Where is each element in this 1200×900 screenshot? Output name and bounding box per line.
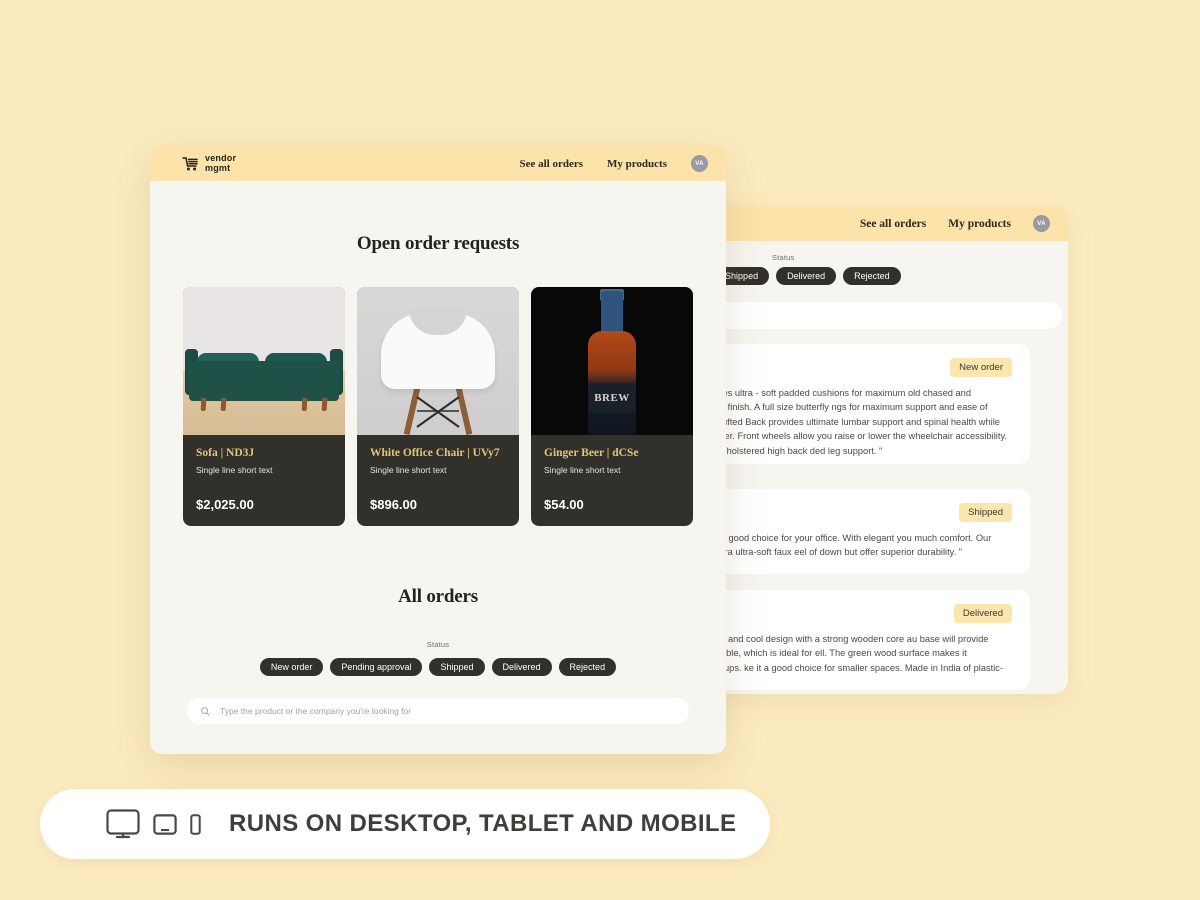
product-card[interactable]: BREW Ginger Beer | dCSe Single line shor…: [531, 287, 693, 526]
product-card[interactable]: Sofa | ND3J Single line short text $2,02…: [183, 287, 345, 526]
foreground-desktop-panel: vendor mgmt See all orders My products V…: [150, 146, 726, 754]
bg-order-status-badge: New order: [950, 358, 1012, 377]
search-icon: [201, 706, 210, 716]
tablet-icon: [153, 813, 177, 835]
platform-banner: RUNS ON DESKTOP, TABLET AND MOBILE: [40, 789, 770, 859]
product-image-beer: BREW: [531, 287, 693, 435]
product-description: Single line short text: [196, 465, 273, 475]
product-image-chair: [357, 287, 519, 435]
app-logo[interactable]: vendor mgmt: [182, 153, 236, 173]
nav-see-all-orders[interactable]: See all orders: [519, 158, 583, 170]
all-orders-title: All orders: [398, 586, 478, 607]
status-pill-pending-approval[interactable]: Pending approval: [330, 658, 423, 676]
status-pill-new-order[interactable]: New order: [259, 658, 324, 676]
product-description: Single line short text: [370, 465, 447, 475]
product-name: Sofa | ND3J: [196, 447, 255, 459]
search-input[interactable]: [218, 705, 675, 717]
status-pill-delivered[interactable]: Delivered: [491, 658, 552, 676]
nav-my-products[interactable]: My products: [607, 158, 667, 170]
bg-nav-my-products[interactable]: My products: [948, 218, 1011, 230]
status-filter-group: New order Pending approval Shipped Deliv…: [150, 658, 726, 676]
bg-status-pill-delivered[interactable]: Delivered: [776, 267, 837, 285]
product-name: White Office Chair | UVy7: [370, 447, 500, 459]
bg-order-status-badge: Shipped: [959, 503, 1012, 522]
product-card-info: Ginger Beer | dCSe Single line short tex…: [531, 435, 693, 526]
product-price: $54.00: [544, 497, 584, 512]
app-nav: See all orders My products VA: [519, 155, 708, 172]
bg-status-pill-rejected[interactable]: Rejected: [843, 267, 901, 285]
status-label: Status: [426, 640, 450, 649]
bg-nav-see-all-orders[interactable]: See all orders: [860, 218, 926, 230]
open-orders-title: Open order requests: [356, 233, 520, 254]
product-description: Single line short text: [544, 465, 621, 475]
screenshot-stage: See all orders My products VA Status ng …: [0, 0, 1200, 900]
banner-text: RUNS ON DESKTOP, TABLET AND MOBILE: [229, 810, 737, 837]
user-avatar[interactable]: VA: [691, 155, 708, 172]
product-card[interactable]: White Office Chair | UVy7 Single line sh…: [357, 287, 519, 526]
search-bar[interactable]: [187, 698, 689, 724]
bg-order-status-badge: Delivered: [953, 604, 1012, 623]
logo-text: vendor mgmt: [205, 153, 236, 173]
product-price: $896.00: [370, 497, 417, 512]
logo-line-2: mgmt: [205, 162, 231, 173]
mobile-phone-icon: [190, 813, 201, 835]
shopping-cart-icon: [182, 156, 199, 172]
status-pill-shipped[interactable]: Shipped: [429, 658, 485, 676]
app-topbar: vendor mgmt See all orders My products V…: [150, 146, 726, 181]
bg-status-label: Status: [772, 253, 795, 262]
product-card-info: White Office Chair | UVy7 Single line sh…: [357, 435, 519, 526]
status-pill-rejected[interactable]: Rejected: [558, 658, 617, 676]
product-price: $2,025.00: [196, 497, 254, 512]
product-card-info: Sofa | ND3J Single line short text $2,02…: [183, 435, 345, 526]
product-image-sofa: [183, 287, 345, 435]
product-name: Ginger Beer | dCSe: [544, 447, 639, 459]
product-card-list: Sofa | ND3J Single line short text $2,02…: [150, 287, 726, 526]
desktop-monitor-icon: [106, 809, 140, 839]
bg-avatar[interactable]: VA: [1033, 215, 1050, 232]
